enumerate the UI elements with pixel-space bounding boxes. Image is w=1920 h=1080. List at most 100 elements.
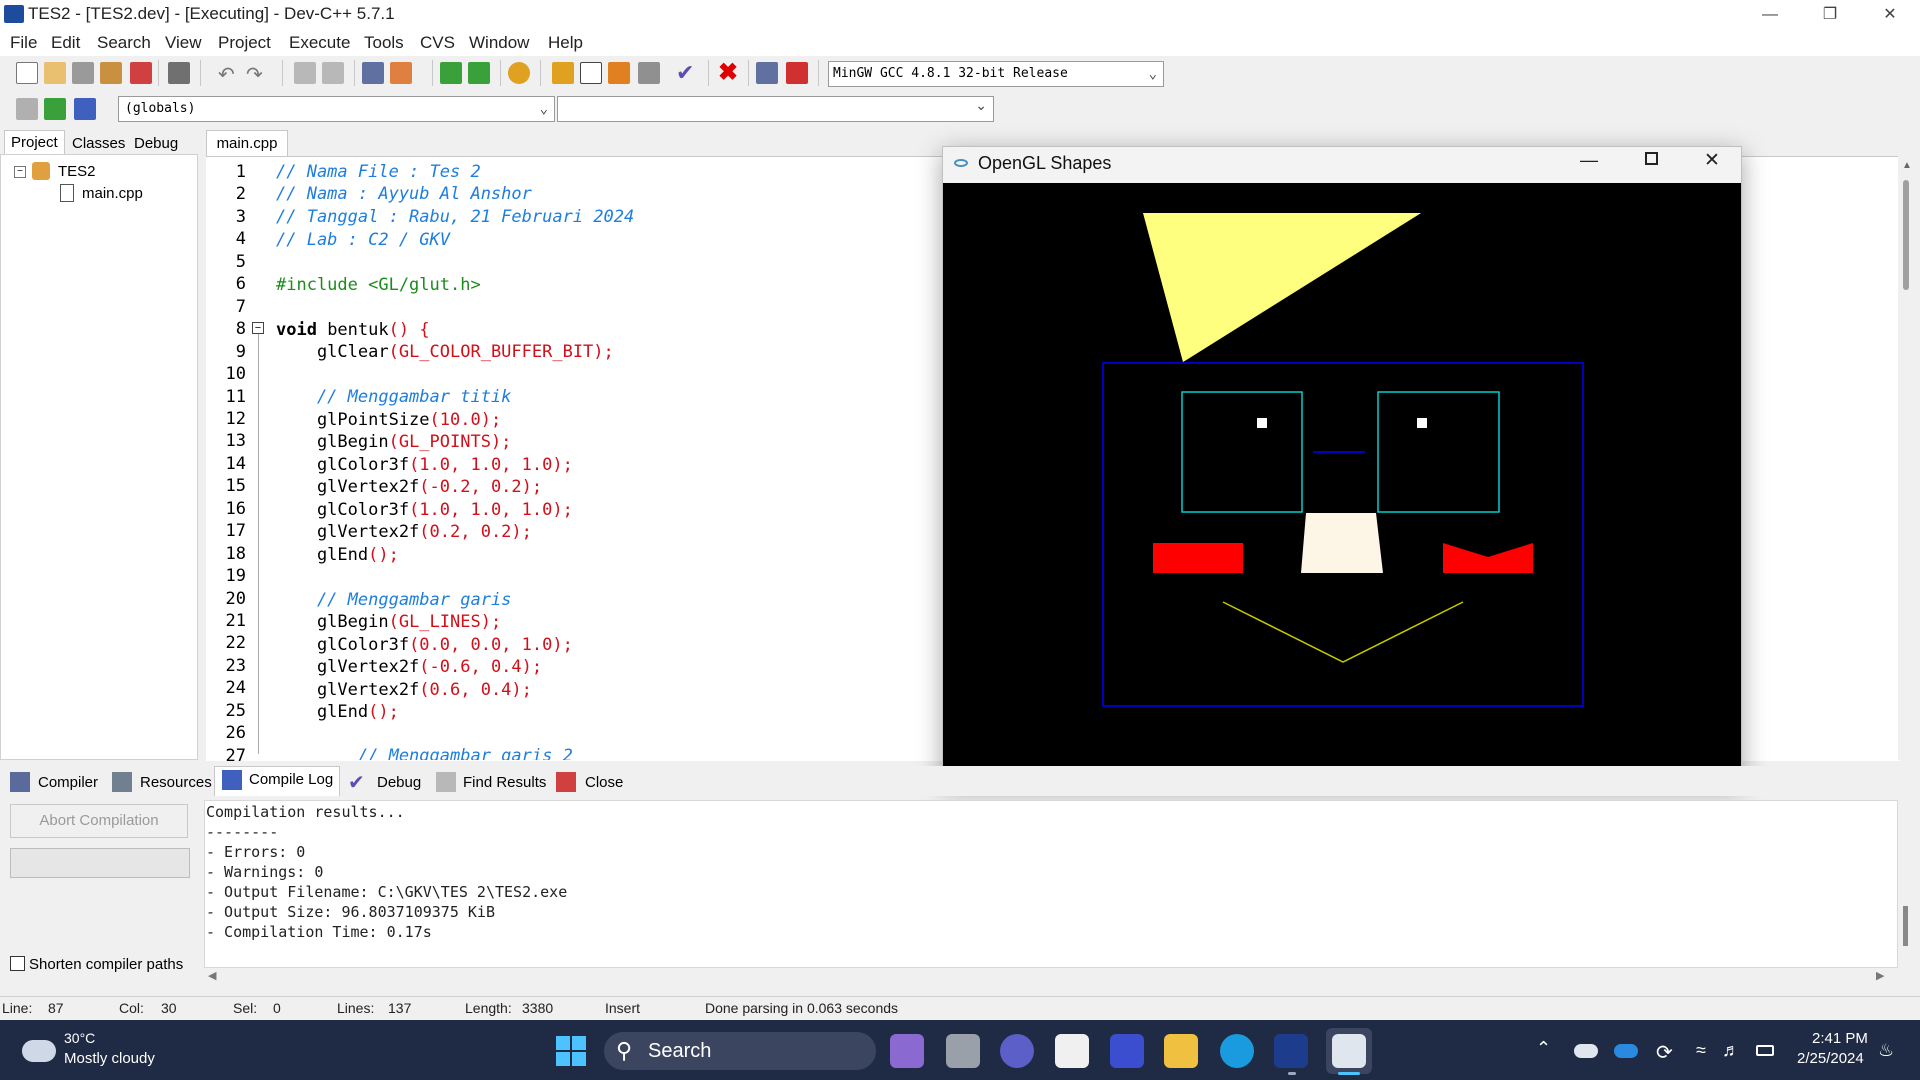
tab-compile-log[interactable]: Compile Log <box>249 771 333 788</box>
menu-file[interactable]: File <box>10 33 37 53</box>
menu-cvs[interactable]: CVS <box>420 33 455 53</box>
microsoft-store-icon[interactable] <box>1055 1034 1089 1068</box>
save-all-icon[interactable] <box>100 62 122 84</box>
insert-icon[interactable] <box>16 98 38 120</box>
menu-execute[interactable]: Execute <box>289 33 350 53</box>
edge-browser-icon[interactable] <box>1220 1034 1254 1068</box>
onedrive-cloud-icon[interactable] <box>1574 1044 1598 1058</box>
onedrive-business-icon[interactable] <box>1614 1044 1638 1058</box>
shorten-paths-checkbox[interactable] <box>10 956 25 971</box>
teams-chat-icon[interactable] <box>1000 1034 1034 1068</box>
gl-minimize-button[interactable]: — <box>1580 150 1598 171</box>
tab-find-results[interactable]: Find Results <box>463 774 546 791</box>
redo-icon[interactable]: ↷ <box>246 62 263 87</box>
menu-search[interactable]: Search <box>97 33 151 53</box>
print-icon[interactable] <box>168 62 190 84</box>
compile-icon[interactable] <box>552 62 574 84</box>
new-file-icon[interactable] <box>16 62 38 84</box>
battery-icon[interactable] <box>1756 1045 1774 1056</box>
compiler-select[interactable]: MinGW GCC 4.8.1 32-bit Release ⌄ <box>828 61 1164 87</box>
close-button[interactable]: ✕ <box>1860 0 1920 30</box>
chevron-up-icon[interactable]: ⌃ <box>1536 1038 1551 1059</box>
weather-desc[interactable]: Mostly cloudy <box>64 1050 155 1067</box>
bookmark-icon[interactable] <box>74 98 96 120</box>
remove-from-project-icon[interactable] <box>468 62 490 84</box>
save-icon[interactable] <box>72 62 94 84</box>
log-scroll-thumb[interactable] <box>1903 906 1908 946</box>
close-file-icon[interactable] <box>130 62 152 84</box>
rebuild-all-icon[interactable] <box>638 62 660 84</box>
indent-icon[interactable] <box>362 62 384 84</box>
find-icon[interactable] <box>294 62 316 84</box>
scroll-up-icon[interactable]: ▲ <box>1902 160 1912 171</box>
stop-execution-icon[interactable]: ✖ <box>718 58 738 87</box>
weather-temp[interactable]: 30°C <box>64 1030 95 1046</box>
log-horizontal-scrollbar[interactable] <box>204 968 1898 986</box>
menu-tools[interactable]: Tools <box>364 33 404 53</box>
check-syntax-icon[interactable]: ✔ <box>676 60 694 86</box>
project-file-main[interactable]: main.cpp <box>82 185 143 202</box>
notification-bell-icon[interactable]: ♨ <box>1878 1040 1894 1061</box>
opengl-taskbar-icon[interactable] <box>1332 1034 1366 1068</box>
volume-icon[interactable]: ♬ <box>1722 1040 1740 1061</box>
tab-classes[interactable]: Classes <box>66 132 131 156</box>
menu-edit[interactable]: Edit <box>51 33 80 53</box>
menu-project[interactable]: Project <box>218 33 271 53</box>
editor-scroll-thumb[interactable] <box>1903 180 1909 290</box>
file-explorer-icon[interactable] <box>1164 1034 1198 1068</box>
task-view-icon[interactable] <box>946 1034 980 1068</box>
unindent-icon[interactable] <box>390 62 412 84</box>
scope-select[interactable]: (globals) ⌄ <box>118 96 555 122</box>
toolbar-separator <box>500 60 501 86</box>
delete-profile-icon[interactable] <box>786 62 808 84</box>
menu-help[interactable]: Help <box>548 33 583 53</box>
tab-compiler[interactable]: Compiler <box>38 774 98 791</box>
add-to-project-icon[interactable] <box>440 62 462 84</box>
status-lines-value: 137 <box>388 1000 412 1016</box>
scroll-left-icon[interactable]: ◀ <box>208 969 216 982</box>
pen-app-icon[interactable] <box>1110 1034 1144 1068</box>
project-options-icon[interactable] <box>508 62 530 84</box>
line-number: 15 <box>225 476 246 497</box>
tab-project[interactable]: Project <box>4 130 65 155</box>
tab-debug[interactable]: Debug <box>128 132 184 156</box>
gl-maximize-button[interactable] <box>1645 152 1658 165</box>
taskbar-search[interactable] <box>604 1032 876 1070</box>
editor-tab-main[interactable]: main.cpp <box>206 130 288 157</box>
tab-debug-bottom[interactable]: Debug <box>377 774 421 791</box>
line-number: 21 <box>225 611 246 631</box>
function-select[interactable]: ⌄ <box>557 96 994 122</box>
minimize-button[interactable]: — <box>1740 0 1800 30</box>
run-icon[interactable] <box>580 62 602 84</box>
resources-icon <box>112 772 132 792</box>
taskbar-time[interactable]: 2:41 PM <box>1812 1030 1868 1047</box>
abort-compilation-button[interactable]: Abort Compilation <box>10 804 188 838</box>
tab-close[interactable]: Close <box>585 774 623 791</box>
menu-window[interactable]: Window <box>469 33 529 53</box>
fold-toggle-icon[interactable]: − <box>252 322 264 334</box>
restore-button[interactable]: ❐ <box>1800 0 1860 30</box>
compile-run-icon[interactable] <box>608 62 630 84</box>
sync-icon[interactable]: ⟳ <box>1656 1040 1673 1065</box>
taskbar-date[interactable]: 2/25/2024 <box>1797 1050 1864 1067</box>
open-file-icon[interactable] <box>44 62 66 84</box>
line-number: 6 <box>235 274 246 295</box>
menu-view[interactable]: View <box>165 33 202 53</box>
weather-cloud-icon[interactable] <box>22 1040 56 1062</box>
code-line-8: void bentuk() { <box>276 320 430 340</box>
windows-start-icon[interactable] <box>556 1036 586 1066</box>
copilot-icon[interactable] <box>890 1034 924 1068</box>
goto-icon[interactable] <box>44 98 66 120</box>
profile-icon[interactable] <box>756 62 778 84</box>
wifi-icon[interactable]: ≈ <box>1696 1040 1706 1061</box>
gl-close-button[interactable]: ✕ <box>1704 149 1720 172</box>
scroll-right-icon[interactable]: ▶ <box>1876 969 1884 982</box>
tab-resources[interactable]: Resources <box>140 774 212 791</box>
line-number: 17 <box>225 521 246 542</box>
undo-icon[interactable]: ↶ <box>218 62 235 87</box>
replace-icon[interactable] <box>322 62 344 84</box>
project-root-label[interactable]: TES2 <box>58 163 96 180</box>
line-number: 24 <box>225 678 246 699</box>
collapse-icon[interactable]: − <box>14 166 26 178</box>
devcpp-taskbar-icon[interactable] <box>1274 1034 1308 1068</box>
